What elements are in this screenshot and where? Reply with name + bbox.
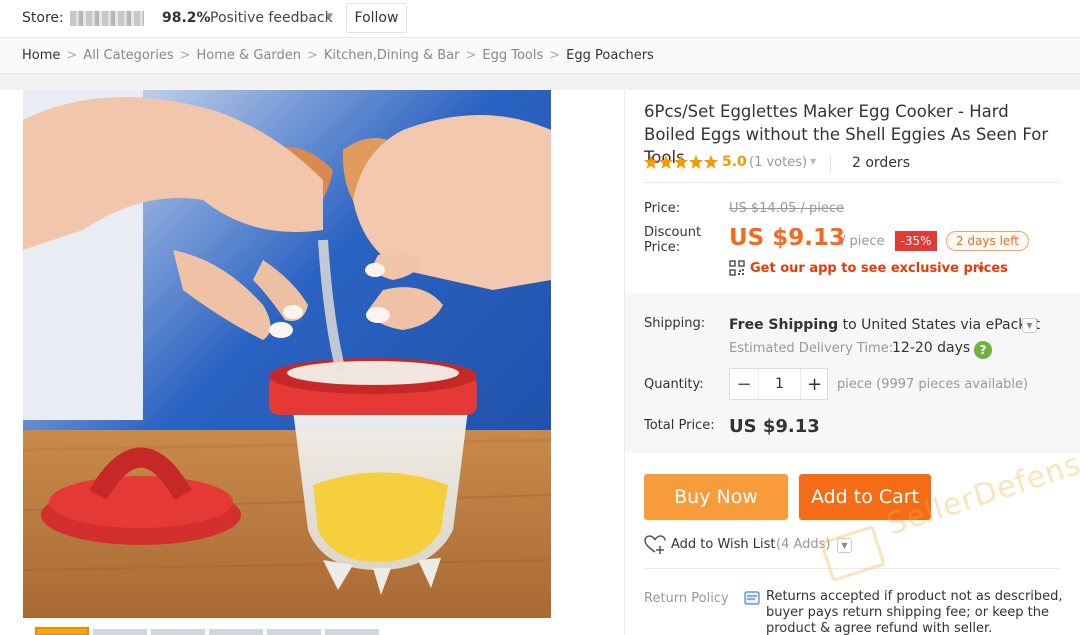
- quantity-decrease-button[interactable]: −: [730, 369, 758, 399]
- days-left-badge: 2 days left: [946, 231, 1029, 251]
- return-policy-icon: [744, 591, 760, 605]
- breadcrumb-kitchen[interactable]: Kitchen,Dining & Bar: [324, 48, 460, 63]
- thumbnail-6[interactable]: [325, 629, 379, 635]
- positive-feedback-link[interactable]: Positive feedback: [210, 10, 333, 26]
- availability-text: piece (9997 pieces available): [837, 377, 1029, 392]
- product-image[interactable]: [23, 90, 551, 618]
- store-name-redacted[interactable]: [70, 11, 144, 26]
- breadcrumb-egg-tools[interactable]: Egg Tools: [482, 48, 543, 63]
- wishlist-count: (4 Adds): [776, 537, 831, 552]
- breadcrumb: Home > All Categories > Home & Garden > Kitche…: [0, 38, 1080, 74]
- heart-plus-icon: [644, 535, 666, 554]
- qr-code-icon: [729, 260, 745, 276]
- follow-button[interactable]: Follow: [346, 3, 407, 33]
- divider: [830, 156, 831, 172]
- per-unit-label: / piece: [841, 234, 885, 249]
- breadcrumb-home[interactable]: Home: [22, 48, 60, 63]
- egg-cooker-photo: [23, 90, 551, 618]
- store-label: Store:: [22, 10, 64, 26]
- divider: [644, 182, 1060, 183]
- five-star-rating-icon[interactable]: [644, 154, 719, 170]
- app-promo-text[interactable]: Get our app to see exclusive prices: [750, 261, 1008, 276]
- shipping-country[interactable]: United States: [861, 317, 956, 333]
- positive-feedback-percent: 98.2%: [162, 10, 211, 26]
- thumbnail-strip: [23, 626, 551, 635]
- free-shipping-text: Free Shipping: [729, 317, 839, 333]
- chevron-down-icon[interactable]: ▼: [837, 538, 852, 553]
- breadcrumb-separator: >: [66, 48, 78, 63]
- rating-score: 5.0: [722, 154, 747, 170]
- return-policy-text: Returns accepted if product not as descr…: [766, 589, 1063, 635]
- thumbnail-1[interactable]: [35, 627, 89, 635]
- quantity-label: Quantity:: [644, 377, 704, 392]
- return-policy-label: Return Policy: [644, 591, 729, 606]
- thumbnail-5[interactable]: [267, 629, 321, 635]
- divider: [644, 568, 1060, 569]
- breadcrumb-home-garden[interactable]: Home & Garden: [197, 48, 301, 63]
- chevron-down-icon[interactable]: ▼: [810, 157, 816, 166]
- breadcrumb-separator: >: [179, 48, 191, 63]
- total-price-label: Total Price:: [644, 418, 715, 433]
- price-label: Price:: [644, 201, 681, 216]
- help-icon[interactable]: ?: [974, 341, 992, 359]
- breadcrumb-separator: >: [465, 48, 477, 63]
- discount-price-label: Discount Price:: [644, 225, 702, 255]
- breadcrumb-all-categories[interactable]: All Categories: [83, 48, 173, 63]
- thumbnail-3[interactable]: [151, 629, 205, 635]
- wishlist-text[interactable]: Add to Wish List: [671, 537, 776, 552]
- chevron-down-icon[interactable]: ▼: [1022, 318, 1037, 333]
- quantity-increase-button[interactable]: +: [801, 369, 828, 399]
- original-price: US $14.05 / piece: [729, 201, 845, 216]
- breadcrumb-separator: >: [306, 48, 318, 63]
- watermark-logo-icon: [819, 524, 886, 583]
- votes-link[interactable]: (1 votes): [749, 155, 807, 170]
- total-price-value: US $9.13: [729, 416, 820, 437]
- shipping-to-text: to: [842, 317, 857, 333]
- breadcrumb-separator: >: [549, 48, 561, 63]
- discount-badge: -35%: [895, 231, 937, 251]
- thumbnail-2[interactable]: [93, 629, 147, 635]
- thumbnail-4[interactable]: [209, 629, 263, 635]
- estimated-delivery-value: 12-20 days: [892, 340, 971, 356]
- section-gap: [0, 74, 1080, 90]
- shipping-label: Shipping:: [644, 316, 706, 331]
- orders-count: 2 orders: [852, 155, 910, 171]
- add-to-cart-button[interactable]: Add to Cart: [799, 474, 931, 520]
- quantity-input[interactable]: 1: [758, 369, 801, 399]
- store-bar: Store: 98.2% Positive feedback ▼ Follow: [0, 0, 1080, 38]
- buy-now-button[interactable]: Buy Now: [644, 474, 788, 520]
- quantity-stepper: − 1 +: [729, 368, 828, 400]
- shipping-via-text: via: [960, 317, 982, 333]
- chevron-down-icon[interactable]: ▼: [326, 12, 333, 22]
- shipping-summary[interactable]: Free Shipping to United States via ePack…: [729, 317, 1040, 333]
- current-price: US $9.13: [729, 225, 845, 251]
- chevron-down-icon[interactable]: ▼: [978, 265, 984, 274]
- breadcrumb-egg-poachers[interactable]: Egg Poachers: [566, 48, 654, 63]
- estimated-delivery-label: Estimated Delivery Time:: [729, 341, 894, 356]
